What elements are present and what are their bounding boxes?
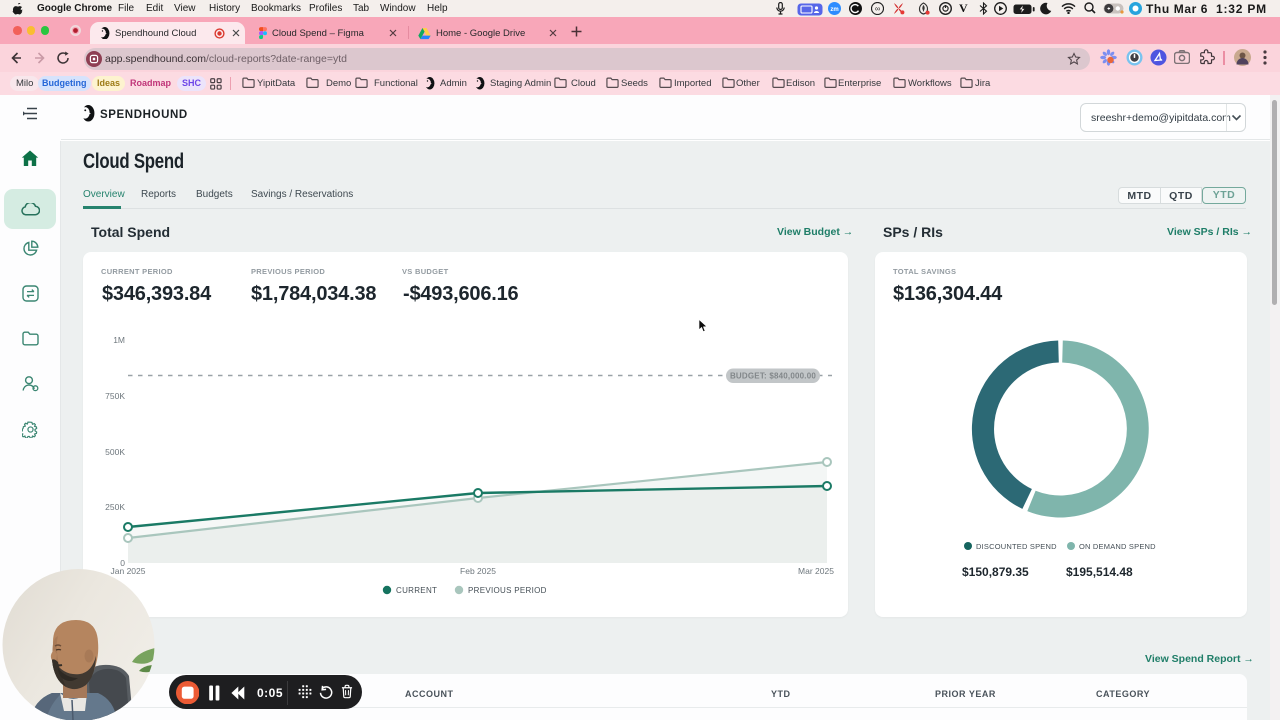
svg-text:250K: 250K [105, 502, 125, 512]
svg-text:500K: 500K [105, 447, 125, 457]
svg-text:BUDGET: $840,000.00: BUDGET: $840,000.00 [730, 372, 816, 381]
svg-text:zm: zm [830, 7, 838, 13]
svg-text:CURRENT: CURRENT [396, 586, 437, 595]
svg-text:Feb 2025: Feb 2025 [460, 566, 496, 576]
svg-text:Mar 2025: Mar 2025 [798, 566, 834, 576]
svg-text:1M: 1M [113, 335, 125, 345]
svg-text:750K: 750K [105, 391, 125, 401]
svg-text:∞: ∞ [875, 4, 880, 13]
svg-text:PREVIOUS PERIOD: PREVIOUS PERIOD [468, 586, 547, 595]
